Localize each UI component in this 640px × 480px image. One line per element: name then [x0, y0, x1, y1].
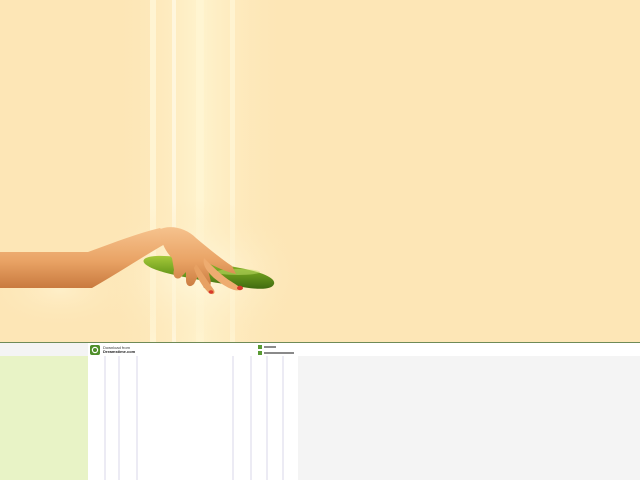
info-line: [264, 351, 294, 354]
dreamstime-logo-icon: [90, 344, 100, 355]
watermark-strip: [88, 343, 640, 356]
stock-photo: [0, 0, 640, 342]
bullet-icon: [258, 350, 262, 355]
hand-holding-cucumber: [0, 227, 275, 295]
lower-left-block: [0, 356, 88, 480]
watermark-info: [258, 344, 294, 355]
watermark-line2: Dreamstime.com: [103, 348, 136, 354]
glitch-line: [118, 356, 120, 480]
info-line: [264, 345, 276, 348]
nail: [208, 290, 214, 294]
nail: [237, 285, 243, 291]
watermark: Download from Dreamstime.com: [90, 344, 135, 355]
glitch-line: [266, 356, 268, 480]
photo-scene: Download from Dreamstime.com: [0, 0, 640, 480]
glitch-line: [282, 356, 284, 480]
glitch-line: [136, 356, 138, 480]
glitch-line: [250, 356, 252, 480]
lower-panel: Download from Dreamstime.com: [0, 343, 640, 480]
bullet-icon: [258, 344, 262, 349]
glitch-line: [104, 356, 106, 480]
glitch-line: [232, 356, 234, 480]
